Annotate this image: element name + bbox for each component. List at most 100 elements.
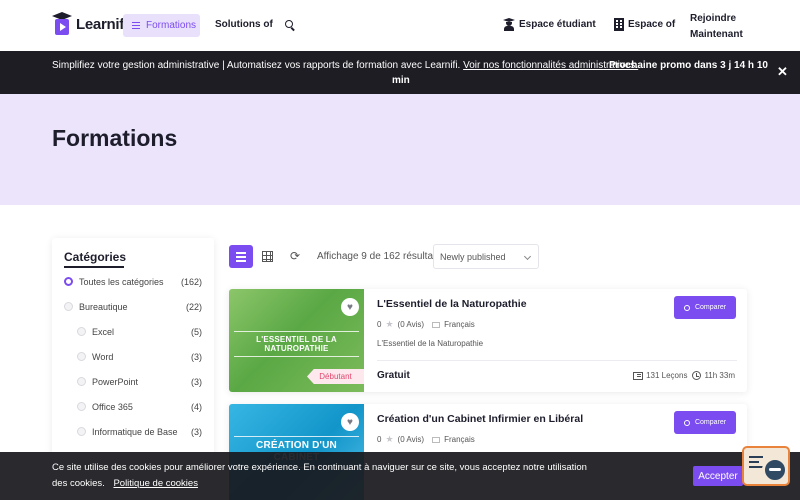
heart-icon[interactable]: ♥ <box>341 413 359 431</box>
star-icon: ★ <box>385 434 394 444</box>
radio-selected[interactable] <box>64 277 73 286</box>
radio[interactable] <box>64 302 73 311</box>
category-label: Toutes les catégories <box>79 277 164 287</box>
category-label: Office 365 <box>92 402 133 412</box>
logo[interactable]: Learnifi <box>52 12 128 36</box>
course-thumbnail[interactable]: L'ESSENTIEL DE LA NATUROPATHIE ♥ Débutan… <box>229 289 364 392</box>
hero-banner: Formations <box>0 94 800 205</box>
accept-cookies-button[interactable]: Accepter <box>693 466 743 486</box>
compare-button[interactable]: Comparer <box>674 411 736 434</box>
course-title[interactable]: Création d'un Cabinet Infirmier en Libér… <box>377 413 583 425</box>
course-price: Gratuit <box>377 370 410 381</box>
promo-countdown: Prochaine promo dans 3 j 14 h 10 <box>609 60 768 71</box>
chevron-down-icon <box>523 252 532 261</box>
category-count: (22) <box>185 302 202 312</box>
category-count: (3) <box>191 377 202 387</box>
join-line2: Maintenant <box>690 29 743 40</box>
sort-select[interactable]: Newly published <box>433 244 539 269</box>
category-item-all[interactable]: Toutes les catégories (162) <box>64 276 202 290</box>
student-icon <box>503 18 515 31</box>
lessons-icon <box>633 371 644 380</box>
refresh-icon[interactable]: ⟳ <box>290 250 300 262</box>
list-view-button[interactable] <box>229 245 253 268</box>
divider <box>377 360 737 361</box>
course-duration: 11h 33m <box>704 371 735 380</box>
category-label: Bureautique <box>79 302 128 312</box>
cookie-banner: Ce site utilise des cookies pour amélior… <box>0 452 800 500</box>
star-icon: ★ <box>385 319 394 329</box>
nav-school-label: Espace of <box>628 19 676 30</box>
menu-icon <box>132 22 140 29</box>
announcement-bar: Simplifiez votre gestion administrative … <box>0 51 800 94</box>
search-icon[interactable] <box>285 20 295 32</box>
category-item-office-365[interactable]: Office 365 (4) <box>64 401 202 415</box>
course-card[interactable]: L'ESSENTIEL DE LA NATUROPATHIE ♥ Débutan… <box>229 289 747 392</box>
category-count: (3) <box>191 427 202 437</box>
radio[interactable] <box>77 352 86 361</box>
category-label: Informatique de Base <box>92 427 178 437</box>
cookie-policy-link[interactable]: Politique de cookies <box>113 478 198 489</box>
category-item-informatique[interactable]: Informatique de Base (3) <box>64 426 202 440</box>
compare-label: Comparer <box>694 304 727 311</box>
reviews-count: (0 Avis) <box>397 320 425 329</box>
thumbnail-title: L'ESSENTIEL DE LA NATUROPATHIE <box>234 331 359 357</box>
nav-student-label: Espace étudiant <box>519 19 596 30</box>
category-item-excel[interactable]: Excel (5) <box>64 326 202 340</box>
category-label: PowerPoint <box>92 377 139 387</box>
category-item-word[interactable]: Word (3) <box>64 351 202 365</box>
categories-title: Catégories <box>64 250 127 268</box>
course-description: L'Essentiel de la Naturopathie <box>377 339 484 348</box>
rating-value: 0 <box>377 320 382 329</box>
radio[interactable] <box>77 402 86 411</box>
course-meta: 0 ★ (0 Avis) Français <box>377 434 475 445</box>
compare-icon <box>683 304 690 311</box>
results-count: Affichage 9 de 162 résultats <box>317 251 441 262</box>
promo-countdown-suffix: min <box>392 75 410 86</box>
category-count: (3) <box>191 352 202 362</box>
category-label: Word <box>92 352 114 362</box>
lessons-count: 131 Leçons <box>646 371 688 380</box>
grid-view-icon[interactable] <box>262 251 273 262</box>
language-icon <box>432 436 441 443</box>
cookie-text-end: des cookies. <box>52 478 105 489</box>
building-icon <box>614 18 624 31</box>
category-item-powerpoint[interactable]: PowerPoint (3) <box>64 376 202 390</box>
compare-icon <box>683 419 690 426</box>
nav-formations-label: Formations <box>146 20 197 31</box>
join-now-link[interactable]: Rejoindre Maintenant <box>690 11 760 43</box>
chat-widget-icon[interactable] <box>742 444 792 488</box>
course-language: Français <box>444 435 475 444</box>
course-stats: 131 Leçons 11h 33m <box>633 371 735 380</box>
nav-student-space-link[interactable]: Espace étudiant <box>503 18 596 31</box>
course-language: Français <box>444 320 475 329</box>
logo-icon <box>52 12 72 36</box>
language-icon <box>432 321 441 328</box>
category-label: Excel <box>92 327 115 337</box>
cookie-text-row: des cookies. Politique de cookies <box>52 478 198 489</box>
course-meta: 0 ★ (0 Avis) Français <box>377 319 475 330</box>
announcement-text: Simplifiez votre gestion administrative … <box>52 60 461 71</box>
category-count: (4) <box>191 402 202 412</box>
nav-formations-button[interactable]: Formations <box>123 14 200 37</box>
close-icon[interactable]: ✕ <box>777 64 788 80</box>
heart-icon[interactable]: ♥ <box>341 298 359 316</box>
course-title[interactable]: L'Essentiel de la Naturopathie <box>377 298 527 310</box>
level-badge: Débutant <box>307 369 364 384</box>
cookie-text: Ce site utilise des cookies pour amélior… <box>52 462 587 473</box>
reviews-count: (0 Avis) <box>397 435 425 444</box>
category-count: (162) <box>180 277 202 287</box>
radio[interactable] <box>77 327 86 336</box>
nav-school-space-link[interactable]: Espace of <box>614 18 675 31</box>
radio[interactable] <box>77 427 86 436</box>
join-line1: Rejoindre <box>690 13 737 24</box>
compare-label: Comparer <box>694 419 727 426</box>
nav-solutions-link[interactable]: Solutions of <box>215 19 273 30</box>
category-count: (5) <box>191 327 202 337</box>
radio[interactable] <box>77 377 86 386</box>
compare-button[interactable]: Comparer <box>674 296 736 319</box>
site-header: Learnifi Formations Solutions of Espace … <box>0 0 800 51</box>
category-item-bureautique[interactable]: Bureautique (22) <box>64 301 202 315</box>
sort-select-value: Newly published <box>440 252 506 262</box>
page-title: Formations <box>52 125 178 151</box>
rating-value: 0 <box>377 435 382 444</box>
